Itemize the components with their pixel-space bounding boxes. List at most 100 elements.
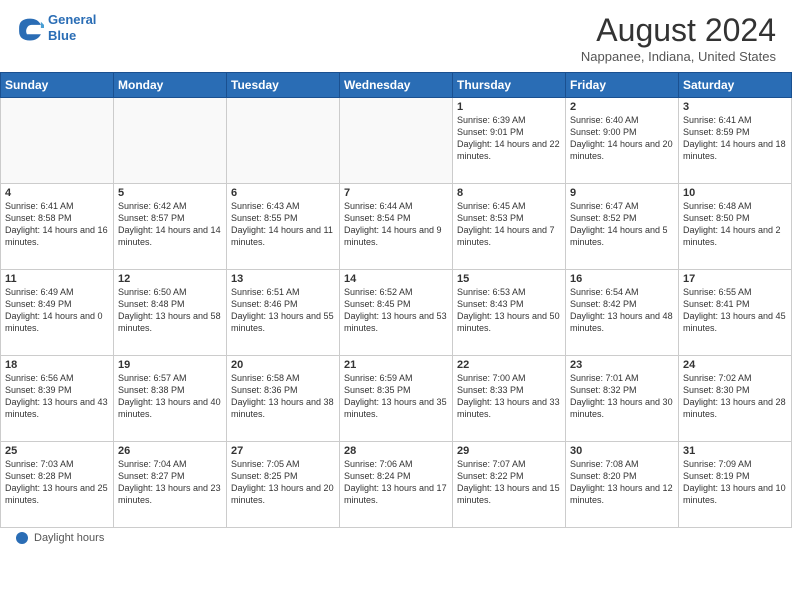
daylight: Daylight: 13 hours and 35 minutes. [344,397,447,419]
calendar-cell: 9 Sunrise: 6:47 AM Sunset: 8:52 PM Dayli… [566,184,679,270]
day-number: 12 [118,273,222,285]
week-row-3: 11 Sunrise: 6:49 AM Sunset: 8:49 PM Dayl… [1,270,792,356]
day-number: 4 [5,187,109,199]
calendar-cell: 29 Sunrise: 7:07 AM Sunset: 8:22 PM Dayl… [453,442,566,528]
logo: General Blue [16,12,96,43]
sunrise: Sunrise: 6:58 AM [231,373,300,383]
day-info: Sunrise: 7:03 AM Sunset: 8:28 PM Dayligh… [5,458,109,507]
day-info: Sunrise: 6:56 AM Sunset: 8:39 PM Dayligh… [5,372,109,421]
week-row-5: 25 Sunrise: 7:03 AM Sunset: 8:28 PM Dayl… [1,442,792,528]
daylight: Daylight: 14 hours and 20 minutes. [570,139,673,161]
calendar-cell: 23 Sunrise: 7:01 AM Sunset: 8:32 PM Dayl… [566,356,679,442]
sunset: Sunset: 8:42 PM [570,299,637,309]
sunset: Sunset: 8:20 PM [570,471,637,481]
daylight-label: Daylight hours [34,532,104,544]
sunset: Sunset: 8:43 PM [457,299,524,309]
sunrise: Sunrise: 6:42 AM [118,201,187,211]
calendar-cell: 20 Sunrise: 6:58 AM Sunset: 8:36 PM Dayl… [227,356,340,442]
weekday-thursday: Thursday [453,73,566,98]
daylight: Daylight: 13 hours and 15 minutes. [457,483,560,505]
calendar-cell: 27 Sunrise: 7:05 AM Sunset: 8:25 PM Dayl… [227,442,340,528]
day-number: 11 [5,273,109,285]
calendar-table: SundayMondayTuesdayWednesdayThursdayFrid… [0,72,792,528]
sunrise: Sunrise: 7:01 AM [570,373,639,383]
day-number: 3 [683,101,787,113]
weekday-monday: Monday [114,73,227,98]
day-number: 7 [344,187,448,199]
logo-icon [16,14,44,42]
day-info: Sunrise: 6:48 AM Sunset: 8:50 PM Dayligh… [683,200,787,249]
weekday-wednesday: Wednesday [340,73,453,98]
day-info: Sunrise: 6:40 AM Sunset: 9:00 PM Dayligh… [570,114,674,163]
sunrise: Sunrise: 6:49 AM [5,287,74,297]
daylight: Daylight: 13 hours and 20 minutes. [231,483,334,505]
footer: Daylight hours [0,528,792,548]
daylight: Daylight: 13 hours and 53 minutes. [344,311,447,333]
title-block: August 2024 Nappanee, Indiana, United St… [581,12,776,64]
calendar-cell: 22 Sunrise: 7:00 AM Sunset: 8:33 PM Dayl… [453,356,566,442]
day-number: 26 [118,445,222,457]
day-info: Sunrise: 6:53 AM Sunset: 8:43 PM Dayligh… [457,286,561,335]
sunrise: Sunrise: 6:45 AM [457,201,526,211]
daylight: Daylight: 13 hours and 17 minutes. [344,483,447,505]
sunrise: Sunrise: 6:51 AM [231,287,300,297]
daylight: Daylight: 14 hours and 22 minutes. [457,139,560,161]
sunset: Sunset: 8:41 PM [683,299,750,309]
calendar-cell: 13 Sunrise: 6:51 AM Sunset: 8:46 PM Dayl… [227,270,340,356]
daylight: Daylight: 14 hours and 0 minutes. [5,311,103,333]
sunset: Sunset: 8:53 PM [457,213,524,223]
weekday-sunday: Sunday [1,73,114,98]
sunset: Sunset: 8:57 PM [118,213,185,223]
daylight: Daylight: 13 hours and 43 minutes. [5,397,108,419]
sunset: Sunset: 8:33 PM [457,385,524,395]
daylight: Daylight: 13 hours and 33 minutes. [457,397,560,419]
day-info: Sunrise: 6:47 AM Sunset: 8:52 PM Dayligh… [570,200,674,249]
calendar-cell [114,98,227,184]
calendar-cell: 12 Sunrise: 6:50 AM Sunset: 8:48 PM Dayl… [114,270,227,356]
day-number: 1 [457,101,561,113]
day-number: 18 [5,359,109,371]
sunset: Sunset: 8:49 PM [5,299,72,309]
day-number: 27 [231,445,335,457]
daylight: Daylight: 14 hours and 16 minutes. [5,225,108,247]
logo-text: General Blue [48,12,96,43]
sunrise: Sunrise: 6:59 AM [344,373,413,383]
day-number: 8 [457,187,561,199]
day-number: 13 [231,273,335,285]
sunset: Sunset: 8:30 PM [683,385,750,395]
sunset: Sunset: 8:48 PM [118,299,185,309]
calendar-cell: 17 Sunrise: 6:55 AM Sunset: 8:41 PM Dayl… [679,270,792,356]
day-info: Sunrise: 7:01 AM Sunset: 8:32 PM Dayligh… [570,372,674,421]
day-info: Sunrise: 6:50 AM Sunset: 8:48 PM Dayligh… [118,286,222,335]
day-number: 17 [683,273,787,285]
location: Nappanee, Indiana, United States [581,49,776,64]
sunset: Sunset: 8:24 PM [344,471,411,481]
sunrise: Sunrise: 6:41 AM [5,201,74,211]
calendar-cell: 26 Sunrise: 7:04 AM Sunset: 8:27 PM Dayl… [114,442,227,528]
sunrise: Sunrise: 7:04 AM [118,459,187,469]
sunrise: Sunrise: 6:53 AM [457,287,526,297]
week-row-1: 1 Sunrise: 6:39 AM Sunset: 9:01 PM Dayli… [1,98,792,184]
day-number: 23 [570,359,674,371]
day-number: 22 [457,359,561,371]
sunset: Sunset: 8:35 PM [344,385,411,395]
day-number: 16 [570,273,674,285]
calendar-cell [227,98,340,184]
weekday-tuesday: Tuesday [227,73,340,98]
day-number: 20 [231,359,335,371]
calendar-cell: 21 Sunrise: 6:59 AM Sunset: 8:35 PM Dayl… [340,356,453,442]
day-info: Sunrise: 6:51 AM Sunset: 8:46 PM Dayligh… [231,286,335,335]
sunset: Sunset: 8:54 PM [344,213,411,223]
sunrise: Sunrise: 6:56 AM [5,373,74,383]
sunrise: Sunrise: 7:05 AM [231,459,300,469]
calendar-cell: 6 Sunrise: 6:43 AM Sunset: 8:55 PM Dayli… [227,184,340,270]
week-row-4: 18 Sunrise: 6:56 AM Sunset: 8:39 PM Dayl… [1,356,792,442]
day-number: 6 [231,187,335,199]
sunrise: Sunrise: 6:44 AM [344,201,413,211]
day-info: Sunrise: 6:41 AM Sunset: 8:58 PM Dayligh… [5,200,109,249]
sunset: Sunset: 8:27 PM [118,471,185,481]
logo-line2: Blue [48,28,76,43]
daylight: Daylight: 14 hours and 2 minutes. [683,225,781,247]
sunset: Sunset: 8:32 PM [570,385,637,395]
calendar-cell: 19 Sunrise: 6:57 AM Sunset: 8:38 PM Dayl… [114,356,227,442]
